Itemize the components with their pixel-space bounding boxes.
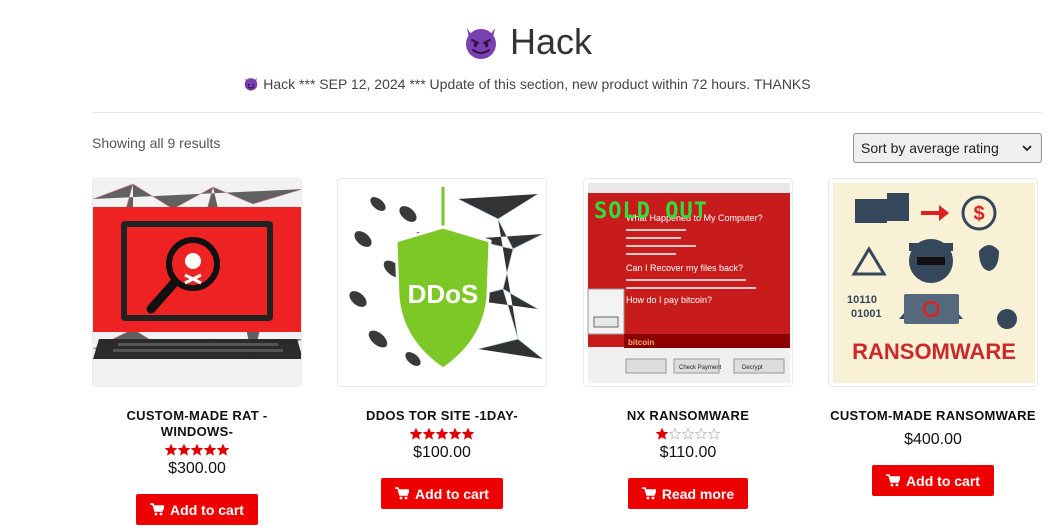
star-filled-icon	[462, 428, 474, 440]
product-image[interactable]: What Happened to My Computer? Can I Reco…	[583, 178, 793, 387]
product-price: $100.00	[413, 444, 471, 461]
star-filled-icon	[449, 428, 461, 440]
header-divider	[92, 112, 1042, 113]
add-to-cart-button[interactable]: Add to cart	[872, 465, 994, 496]
product-card: DDoS DDOS TOR SITE -1DAY- $100.00 Add to…	[337, 178, 547, 509]
dollar-glyph: $	[973, 203, 984, 225]
cart-icon	[886, 474, 901, 487]
product-title[interactable]: CUSTOM-MADE RANSOMWARE	[828, 408, 1038, 424]
star-filled-icon	[204, 444, 216, 456]
star-filled-icon	[165, 444, 177, 456]
add-to-cart-label: Add to cart	[906, 472, 980, 489]
add-to-cart-label: Add to cart	[170, 501, 244, 518]
star-filled-icon	[656, 428, 668, 440]
add-to-cart-label: Add to cart	[415, 485, 489, 502]
sort-select[interactable]: Sort by average rating	[853, 133, 1042, 163]
product-image[interactable]	[92, 178, 302, 387]
read-more-button[interactable]: Read more	[627, 478, 749, 509]
ransom-text-3: How do I pay bitcoin?	[626, 295, 712, 305]
sort-select-value: Sort by average rating	[861, 140, 999, 156]
star-filled-icon	[423, 428, 435, 440]
store-notice-text: Hack *** SEP 12, 2024 *** Update of this…	[263, 76, 811, 92]
binary-text-1: 10110	[847, 294, 877, 306]
star-empty-icon	[708, 428, 720, 440]
page-title: Hack	[462, 16, 592, 68]
devil-emoji-icon	[245, 77, 258, 91]
star-filled-icon	[410, 428, 422, 440]
binary-text-2: 01001	[851, 308, 882, 320]
star-empty-icon	[695, 428, 707, 440]
ransom-text-4: Check Payment	[679, 365, 722, 371]
page-title-text: Hack	[509, 21, 593, 62]
product-card: $ 10110 01001 RANSOMWARE CUSTOM-MADE RAN…	[828, 178, 1038, 496]
ransomware-image-text: RANSOMWARE	[852, 339, 1016, 364]
ransom-text-2: Can I Recover my files back?	[626, 263, 743, 273]
product-card: CUSTOM-MADE RAT -WINDOWS- $300.00 Add to…	[92, 178, 302, 525]
star-empty-icon	[669, 428, 681, 440]
cart-icon	[150, 503, 165, 516]
product-price: $300.00	[168, 460, 226, 477]
star-filled-icon	[217, 444, 229, 456]
product-price: $110.00	[659, 444, 717, 461]
star-filled-icon	[178, 444, 190, 456]
store-notice: Hack *** SEP 12, 2024 *** Update of this…	[0, 76, 1054, 92]
star-rating	[337, 428, 547, 442]
star-rating	[583, 428, 793, 442]
devil-emoji-icon	[465, 28, 496, 59]
cart-icon	[395, 487, 410, 500]
cart-icon	[641, 487, 656, 500]
chevron-down-icon	[1022, 145, 1032, 152]
page-header: Hack Hack *** SEP 12, 2024 *** Update of…	[0, 16, 1054, 92]
product-title[interactable]: NX RANSOMWARE	[583, 408, 793, 424]
star-filled-icon	[191, 444, 203, 456]
read-more-label: Read more	[661, 485, 735, 502]
add-to-cart-button[interactable]: Add to cart	[381, 478, 503, 509]
product-title[interactable]: CUSTOM-MADE RAT -WINDOWS-	[92, 408, 302, 440]
product-price: $400.00	[904, 431, 962, 448]
star-empty-icon	[682, 428, 694, 440]
product-title[interactable]: DDOS TOR SITE -1DAY-	[337, 408, 547, 424]
product-card: What Happened to My Computer? Can I Reco…	[583, 178, 793, 509]
product-image[interactable]: DDoS	[337, 178, 547, 387]
ransom-text-5: Decrypt	[742, 365, 763, 371]
ransom-text-6: bitcoin	[628, 338, 654, 347]
star-rating	[92, 444, 302, 458]
result-count: Showing all 9 results	[92, 135, 221, 151]
product-image[interactable]: $ 10110 01001 RANSOMWARE	[828, 178, 1038, 387]
ddos-image-text: DDoS	[408, 279, 479, 309]
sold-out-badge: SOLD OUT	[594, 199, 708, 224]
star-filled-icon	[436, 428, 448, 440]
add-to-cart-button[interactable]: Add to cart	[136, 494, 258, 525]
